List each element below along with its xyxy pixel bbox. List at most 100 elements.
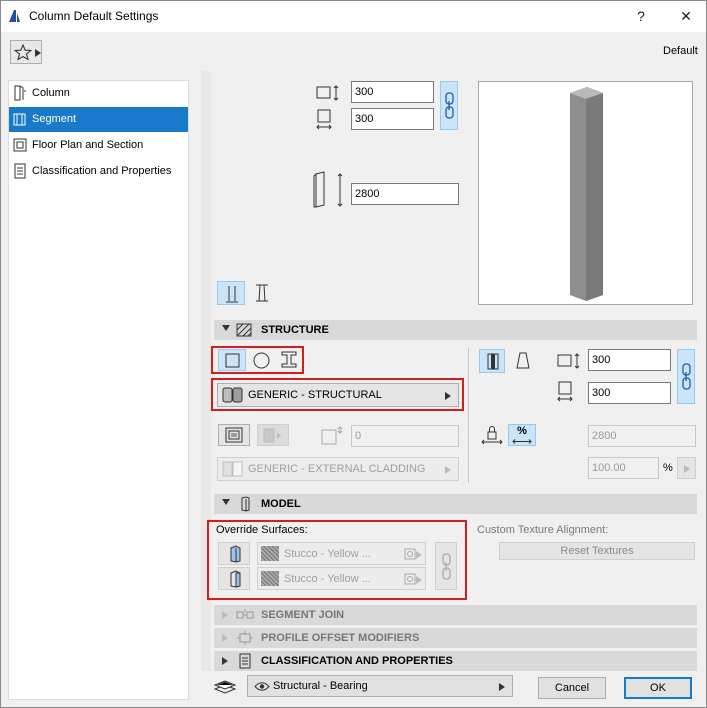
surface2-select[interactable]: Stucco - Yellow ... [257,567,426,590]
core-fill-button[interactable] [257,424,289,446]
profile-width-field[interactable]: 300 [588,349,671,371]
document-icon [238,653,252,669]
percent-stepper-button[interactable] [677,457,696,479]
document-icon [12,163,28,179]
archicad-logo-icon [8,9,21,23]
cladding-material-value: GENERIC - EXTERNAL CLADDING [248,463,426,475]
expand-right-icon [222,611,228,619]
close-button[interactable]: ✕ [668,1,704,32]
window-title: Column Default Settings [29,9,159,23]
3d-preview[interactable] [478,81,693,305]
profile-offset-section-header[interactable]: PROFILE OFFSET MODIFIERS [214,628,697,648]
sidebar-item-column[interactable]: Column [9,81,188,106]
height-icon [312,171,346,209]
core-button[interactable] [218,424,250,446]
chevron-right-icon [416,551,422,559]
cladding-swatch-icon [222,461,244,477]
material-swatch-icon [222,387,244,403]
width-icon [316,84,344,102]
eye-icon [254,681,270,692]
surface-side-icon [228,545,242,563]
title-bar: Column Default Settings ? ✕ [1,1,706,32]
chevron-right-icon [416,576,422,584]
surface1-select[interactable]: Stucco - Yellow ... [257,542,426,565]
percent-toggle-label: % [517,425,527,437]
sidebar-item-label: Column [32,87,70,99]
section-title: PROFILE OFFSET MODIFIERS [261,632,420,644]
depth-icon [316,109,334,131]
rectangular-shape-button[interactable] [218,349,246,371]
segment-join-section-header[interactable]: SEGMENT JOIN [214,605,697,625]
rectangle-icon [225,353,240,368]
profile-depth-field[interactable]: 300 [588,382,671,404]
cladding-material-select[interactable]: GENERIC - EXTERNAL CLADDING [217,457,459,481]
sidebar-item-label: Segment [32,113,77,125]
sidebar-item-floor-plan[interactable]: Floor Plan and Section [9,133,188,158]
taper-height-field[interactable]: 2800 [588,425,696,447]
sidebar-item-label: Floor Plan and Section [32,139,144,151]
surface-side-icon [228,570,242,588]
reset-textures-button[interactable]: Reset Textures [499,542,695,560]
floor-plan-icon [12,137,28,153]
percent-toggle-button[interactable]: % [508,424,536,446]
circle-icon [253,352,270,369]
chevron-right-icon [445,466,451,474]
width-icon [557,352,585,370]
model-section-header[interactable]: MODEL [214,494,697,514]
link-surfaces-button[interactable] [435,542,457,590]
classification-section-header[interactable]: CLASSIFICATION AND PROPERTIES [214,651,697,671]
taper-percent-field[interactable]: 100.00 [588,457,659,479]
chain-link-icon [441,552,453,582]
segment-join-icon [236,608,254,622]
surface-swatch-icon [261,546,279,561]
taper-icon [516,352,530,369]
link-profile-button[interactable] [677,349,695,404]
preset-label: Default [663,45,698,57]
ok-button[interactable]: OK [624,677,692,699]
sidebar-item-segment[interactable]: Segment [9,107,188,132]
fill-swatch-icon [263,428,283,443]
surface2-toggle-button[interactable] [218,567,250,590]
veneer-icon [321,425,347,445]
override-surfaces-label: Override Surfaces: [216,524,308,536]
sidebar-item-classification[interactable]: Classification and Properties [9,159,188,184]
divider [468,348,469,483]
chevron-right-icon [684,465,690,473]
lock-icon[interactable] [481,425,503,445]
surface1-toggle-button[interactable] [218,542,250,565]
texture-alignment-label: Custom Texture Alignment: [477,524,609,536]
straight-column-button[interactable] [217,281,245,305]
tapered-profile-button[interactable] [511,349,535,373]
section-title: CLASSIFICATION AND PROPERTIES [261,655,453,667]
i-beam-icon [255,284,269,302]
expand-right-icon [222,634,228,642]
circular-shape-button[interactable] [250,349,272,371]
height-field[interactable]: 2800 [351,183,459,205]
expand-right-icon [222,657,228,665]
help-button[interactable]: ? [623,1,659,32]
surface-swatch-icon [261,571,279,586]
veneer-thickness-field[interactable]: 0 [351,425,459,447]
column-icon [12,85,28,101]
segment-icon [12,111,28,127]
straight-profile-button[interactable] [479,349,505,373]
profile-column-button[interactable] [250,281,274,305]
building-material-select[interactable]: GENERIC - STRUCTURAL [217,383,459,407]
link-dimensions-button[interactable] [440,81,458,130]
sidebar-item-label: Classification and Properties [32,165,172,177]
favorites-button[interactable] [10,40,42,64]
chevron-right-icon [445,392,451,400]
cancel-button[interactable]: Cancel [538,677,606,699]
percent-unit-label: % [663,462,673,474]
structure-section-header[interactable]: STRUCTURE [214,320,697,340]
depth-field[interactable]: 300 [351,108,434,130]
width-field[interactable]: 300 [351,81,434,103]
section-title: MODEL [261,498,301,510]
surface1-value: Stucco - Yellow ... [284,548,371,560]
hatch-icon [236,323,252,337]
layer-select[interactable]: Structural - Bearing [247,675,513,697]
profile-shape-button[interactable] [278,349,300,371]
surface-picker-icon [404,573,416,585]
section-title: SEGMENT JOIN [261,609,345,621]
layer-value: Structural - Bearing [273,680,368,692]
